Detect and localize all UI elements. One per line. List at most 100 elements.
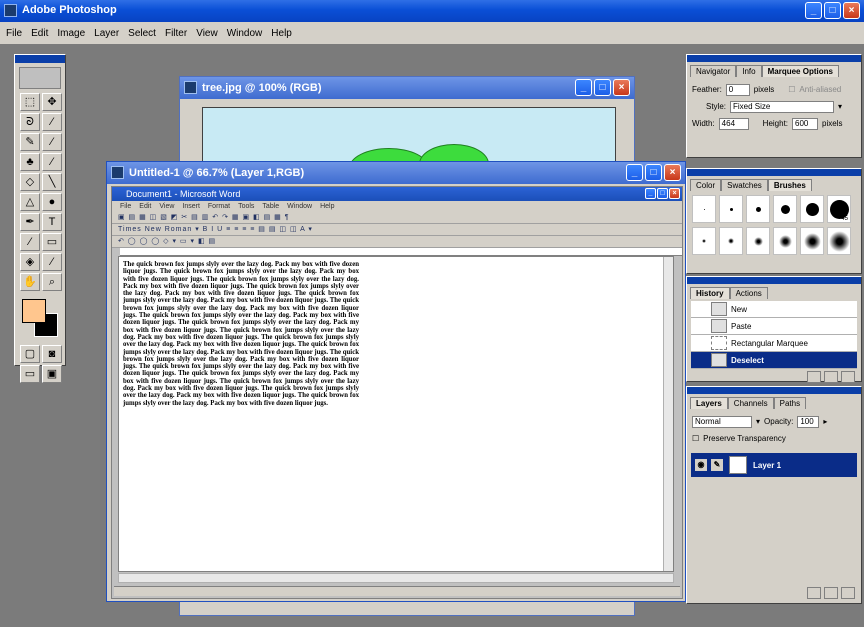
eyedropper-tool-icon[interactable]: ⁄	[42, 253, 62, 271]
tab-brushes[interactable]: Brushes	[767, 179, 812, 191]
doc-close-button[interactable]: ×	[613, 79, 630, 96]
menu-view[interactable]: View	[196, 28, 218, 39]
eraser-tool-icon[interactable]: ◇	[20, 173, 40, 191]
move-tool-icon[interactable]: ✥	[42, 93, 62, 111]
doc-minimize-button[interactable]: _	[575, 79, 592, 96]
new-document-icon	[711, 302, 727, 316]
menu-help[interactable]: Help	[271, 28, 292, 39]
doc-close-button[interactable]: ×	[664, 164, 681, 181]
pen-tool-icon[interactable]: ✒	[20, 213, 40, 231]
brush-preset[interactable]	[746, 195, 770, 223]
blend-mode-dropdown-icon[interactable]: ▾	[756, 417, 760, 426]
type-tool-icon[interactable]: T	[42, 213, 62, 231]
magic-wand-tool-icon[interactable]: ⁄	[42, 113, 62, 131]
history-item-paste[interactable]: Paste	[691, 318, 857, 335]
brush-preset[interactable]	[773, 227, 797, 255]
brush-preset[interactable]: 45	[827, 195, 851, 223]
tab-color[interactable]: Color	[690, 179, 722, 191]
brush-preset[interactable]	[719, 227, 743, 255]
palette-grip[interactable]	[687, 169, 861, 176]
new-document-from-state-icon[interactable]	[824, 371, 838, 383]
width-input[interactable]: 464	[718, 117, 749, 130]
history-brush-tool-icon[interactable]: ⁄	[42, 153, 62, 171]
tab-paths[interactable]: Paths	[773, 397, 807, 409]
doc-maximize-button[interactable]: □	[594, 79, 611, 96]
layer-row-layer-1[interactable]: ◉ ✎ Layer 1	[691, 453, 857, 477]
document-titlebar[interactable]: Untitled-1 @ 66.7% (Layer 1,RGB) _ □ ×	[107, 162, 685, 184]
menu-window[interactable]: Window	[227, 28, 263, 39]
opacity-input[interactable]: 100	[797, 415, 820, 428]
preserve-transparency-checkbox[interactable]: ☐	[692, 434, 699, 443]
palette-grip[interactable]	[687, 387, 861, 394]
tab-history[interactable]: History	[690, 287, 730, 299]
brush-preset[interactable]	[746, 227, 770, 255]
palette-grip[interactable]	[687, 277, 861, 284]
trash-icon[interactable]	[841, 587, 855, 599]
history-item-new[interactable]: New	[691, 301, 857, 318]
brush-preset[interactable]	[827, 227, 851, 255]
layer-mask-icon[interactable]	[807, 587, 821, 599]
lasso-tool-icon[interactable]: ᘐ	[20, 113, 40, 131]
menu-select[interactable]: Select	[128, 28, 156, 39]
screen-mode-icon[interactable]: ▭	[20, 365, 40, 383]
new-snapshot-icon[interactable]	[807, 371, 821, 383]
menu-edit[interactable]: Edit	[31, 28, 48, 39]
tab-marquee-options[interactable]: Marquee Options	[761, 65, 839, 77]
tab-actions[interactable]: Actions	[729, 287, 768, 299]
rubber-stamp-tool-icon[interactable]: ♣	[20, 153, 40, 171]
gradient-tool-icon[interactable]: ▭	[42, 233, 62, 251]
brush-preset[interactable]	[692, 195, 716, 223]
trash-icon[interactable]	[841, 371, 855, 383]
doc-maximize-button[interactable]: □	[645, 164, 662, 181]
anti-aliased-checkbox[interactable]: ☐	[788, 85, 795, 94]
photoshop-eye-logo[interactable]	[19, 67, 61, 89]
hand-tool-icon[interactable]: ✋	[20, 273, 40, 291]
zoom-tool-icon[interactable]: ⌕	[42, 273, 62, 291]
menu-layer[interactable]: Layer	[94, 28, 119, 39]
paintbrush-icon[interactable]: ✎	[711, 459, 723, 471]
opacity-slider-icon[interactable]: ▸	[823, 417, 827, 426]
doc-minimize-button[interactable]: _	[626, 164, 643, 181]
new-layer-icon[interactable]	[824, 587, 838, 599]
document-titlebar[interactable]: tree.jpg @ 100% (RGB) _ □ ×	[180, 77, 634, 99]
quick-mask-mode-icon[interactable]: ◙	[42, 345, 62, 363]
menu-filter[interactable]: Filter	[165, 28, 187, 39]
brush-preset[interactable]	[773, 195, 797, 223]
height-input[interactable]: 600	[792, 117, 819, 130]
toolbox-grip[interactable]	[15, 55, 65, 63]
style-dropdown-icon[interactable]: ▾	[838, 102, 842, 111]
minimize-button[interactable]: _	[805, 2, 822, 19]
history-item-deselect[interactable]: Deselect	[691, 352, 857, 369]
tab-channels[interactable]: Channels	[727, 397, 774, 409]
eye-icon[interactable]: ◉	[695, 459, 707, 471]
pasted-word-screenshot[interactable]: Document1 - Microsoft Word _ □ × File Ed…	[111, 186, 683, 599]
palette-grip[interactable]	[687, 55, 861, 62]
blend-mode-select[interactable]: Normal	[692, 415, 752, 428]
tab-info[interactable]: Info	[736, 65, 762, 77]
paintbrush-tool-icon[interactable]: ⁄	[42, 133, 62, 151]
blur-tool-icon[interactable]: △	[20, 193, 40, 211]
pencil-tool-icon[interactable]: ╲	[42, 173, 62, 191]
maximize-button[interactable]: □	[824, 2, 841, 19]
brush-preset[interactable]	[692, 227, 716, 255]
menu-file[interactable]: File	[6, 28, 22, 39]
tab-layers[interactable]: Layers	[690, 397, 728, 409]
history-item-rectangular-marquee[interactable]: Rectangular Marquee	[691, 335, 857, 352]
brush-preset[interactable]	[719, 195, 743, 223]
close-button[interactable]: ×	[843, 2, 860, 19]
measure-tool-icon[interactable]: ⁄	[20, 233, 40, 251]
tab-navigator[interactable]: Navigator	[690, 65, 737, 77]
paint-bucket-tool-icon[interactable]: ◈	[20, 253, 40, 271]
brush-preset[interactable]	[800, 227, 824, 255]
menu-image[interactable]: Image	[57, 28, 85, 39]
brush-preset[interactable]	[800, 195, 824, 223]
style-select[interactable]: Fixed Size	[730, 100, 835, 113]
airbrush-tool-icon[interactable]: ✎	[20, 133, 40, 151]
marquee-tool-icon[interactable]: ⬚	[20, 93, 40, 111]
foreground-color-swatch[interactable]	[22, 299, 46, 323]
dodge-tool-icon[interactable]: ●	[42, 193, 62, 211]
feather-input[interactable]: 0	[725, 83, 750, 96]
tab-swatches[interactable]: Swatches	[721, 179, 768, 191]
standard-mode-icon[interactable]: ▢	[20, 345, 40, 363]
full-screen-mode-icon[interactable]: ▣	[42, 365, 62, 383]
